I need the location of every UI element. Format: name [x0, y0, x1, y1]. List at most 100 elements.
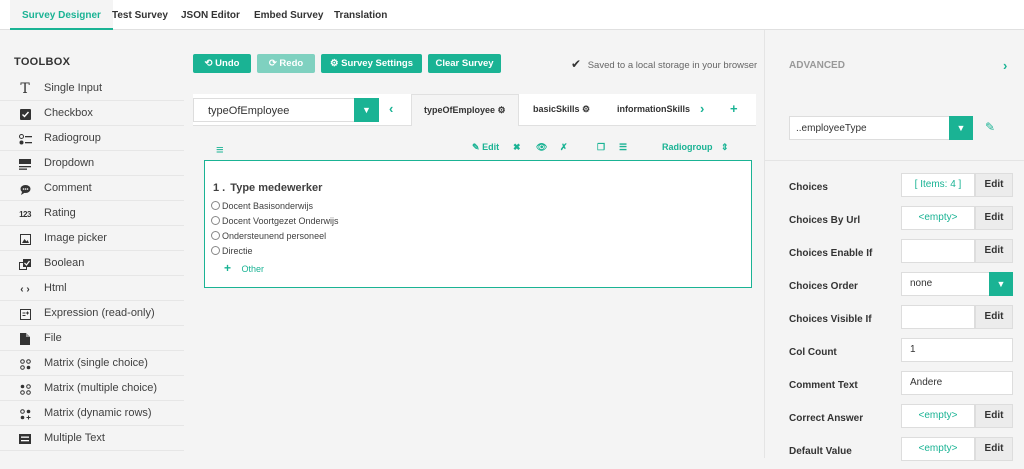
toolbox-item-file[interactable]: File: [0, 326, 184, 351]
question-type-selector[interactable]: Radiogroup ⇕: [662, 142, 729, 153]
property-correct-answer: Correct Answer <empty> Edit: [765, 403, 1024, 436]
edit-button[interactable]: Edit: [975, 206, 1013, 230]
toolbox-item-label: Single Input: [44, 82, 103, 94]
edit-question-button[interactable]: ✎ Edit: [472, 142, 499, 153]
toolbox-item-radiogroup[interactable]: Radiogroup: [0, 126, 184, 151]
property-value[interactable]: [ Items: 4 ]: [901, 173, 975, 197]
radio-icon[interactable]: [211, 201, 220, 210]
tab-survey-designer[interactable]: Survey Designer: [10, 0, 113, 30]
clear-survey-button[interactable]: Clear Survey: [428, 54, 501, 73]
matrix-single-icon: [18, 357, 32, 371]
page-tab-typeofemployee[interactable]: typeOfEmployee ⚙: [411, 94, 519, 126]
page-tab-basicskills[interactable]: basicSkills ⚙: [533, 94, 590, 126]
property-col-count: Col Count 1: [765, 337, 1024, 370]
toolbox-item-multiple-text[interactable]: Multiple Text: [0, 426, 184, 451]
toolbox-item-matrix-multiple[interactable]: Matrix (multiple choice): [0, 376, 184, 401]
gear-icon[interactable]: ⚙: [498, 105, 506, 115]
question-title[interactable]: 1 . Type medewerker: [213, 182, 322, 194]
object-selector[interactable]: ..employeeType ▼: [789, 116, 973, 140]
toolbox-item-boolean[interactable]: Boolean: [0, 251, 184, 276]
chevron-left-icon[interactable]: ‹: [389, 101, 393, 116]
other-label: Other: [241, 264, 265, 274]
save-status-text: Saved to a local storage in your browser: [587, 60, 758, 71]
toolbox-item-dropdown[interactable]: Dropdown: [0, 151, 184, 176]
toolbox-item-label: Matrix (dynamic rows): [44, 407, 152, 419]
toolbox-item-checkbox[interactable]: Checkbox: [0, 101, 184, 126]
property-label: Correct Answer: [789, 413, 864, 424]
toolbox-item-label: Matrix (single choice): [44, 357, 148, 369]
toolbox-title: TOOLBOX: [14, 56, 71, 68]
property-input[interactable]: Andere: [901, 371, 1013, 395]
save-status: ✔ Saved to a local storage in your brows…: [571, 57, 757, 71]
toolbox-item-image-picker[interactable]: Image picker: [0, 226, 184, 251]
toolbox-item-expression[interactable]: Expression (read-only): [0, 301, 184, 326]
property-label: Choices: [789, 182, 828, 193]
choice-label: Directie: [222, 246, 253, 256]
add-to-toolbox-icon[interactable]: ☰: [619, 142, 627, 153]
toolbox-item-html[interactable]: ‹ › Html: [0, 276, 184, 301]
radio-icon[interactable]: [211, 216, 220, 225]
radio-icon[interactable]: [211, 231, 220, 240]
undo-button[interactable]: ⟲ Undo: [193, 54, 251, 73]
image-picker-icon: [18, 232, 32, 246]
property-input[interactable]: 1: [901, 338, 1013, 362]
toolbox-item-label: Matrix (multiple choice): [44, 382, 158, 394]
page-selector-value: typeOfEmployee: [208, 105, 290, 117]
property-value[interactable]: <empty>: [901, 404, 975, 428]
eye-icon[interactable]: 👁: [536, 142, 547, 153]
copy-icon[interactable]: ❐: [597, 142, 605, 153]
toolbox-item-matrix-dynamic[interactable]: Matrix (dynamic rows): [0, 401, 184, 426]
edit-button[interactable]: Edit: [975, 173, 1013, 197]
choice-item[interactable]: Directie: [211, 246, 253, 256]
edit-button[interactable]: Edit: [975, 404, 1013, 428]
property-value[interactable]: <empty>: [901, 206, 975, 230]
chevron-down-icon[interactable]: ▼: [989, 272, 1013, 296]
chevron-down-icon[interactable]: ▼: [354, 98, 379, 122]
chevron-right-icon[interactable]: ›: [1003, 58, 1007, 73]
property-choices-visible-if: Choices Visible If Edit: [765, 304, 1024, 337]
chevron-right-icon[interactable]: ›: [700, 101, 704, 116]
radio-icon[interactable]: [211, 246, 220, 255]
page-tab-informationskills[interactable]: informationSkills: [617, 94, 690, 126]
gear-icon: ⚙: [330, 58, 339, 69]
undo-label: Undo: [215, 58, 240, 69]
divider: [765, 160, 1024, 161]
question-card[interactable]: 1 . Type medewerker Docent Basisonderwij…: [204, 160, 752, 288]
page-tab-label: typeOfEmployee: [424, 105, 496, 115]
choice-item[interactable]: Ondersteunend personeel: [211, 231, 326, 241]
advanced-title: ADVANCED: [789, 60, 845, 71]
tab-json-editor[interactable]: JSON Editor: [181, 0, 240, 30]
page-selector[interactable]: typeOfEmployee ▼: [193, 98, 379, 122]
tab-translation[interactable]: Translation: [334, 0, 387, 30]
menu-icon[interactable]: ≡: [216, 142, 224, 157]
choice-item[interactable]: Docent Basisonderwijs: [211, 201, 313, 211]
boolean-icon: [18, 257, 32, 271]
required-icon[interactable]: ✗: [560, 142, 568, 153]
add-other-choice[interactable]: + Other: [224, 261, 264, 275]
toolbox-item-rating[interactable]: 123 Rating: [0, 201, 184, 226]
survey-settings-label: Survey Settings: [341, 58, 413, 69]
property-value[interactable]: [901, 305, 975, 329]
toolbox-item-comment[interactable]: Comment: [0, 176, 184, 201]
survey-settings-button[interactable]: ⚙ Survey Settings: [321, 54, 422, 73]
property-value[interactable]: <empty>: [901, 437, 975, 461]
add-page-icon[interactable]: +: [730, 101, 738, 116]
edit-button[interactable]: Edit: [975, 437, 1013, 461]
property-value[interactable]: [901, 239, 975, 263]
gear-icon[interactable]: ⚙: [582, 104, 590, 114]
toolbox-item-matrix-single[interactable]: Matrix (single choice): [0, 351, 184, 376]
pages-bar: typeOfEmployee ▼ ‹ typeOfEmployee ⚙ basi…: [193, 94, 756, 126]
choice-item[interactable]: Docent Voortgezet Onderwijs: [211, 216, 339, 226]
tab-embed-survey[interactable]: Embed Survey: [254, 0, 323, 30]
redo-button[interactable]: ⟳ Redo: [257, 54, 315, 73]
matrix-dynamic-icon: [18, 407, 32, 421]
edit-button[interactable]: Edit: [975, 239, 1013, 263]
toolbox-item-label: Checkbox: [44, 107, 93, 119]
redo-icon: ⟳: [268, 58, 277, 69]
delete-icon[interactable]: ✖: [513, 142, 521, 153]
pencil-icon[interactable]: ✎: [985, 120, 995, 134]
chevron-down-icon[interactable]: ▼: [949, 116, 973, 140]
tab-test-survey[interactable]: Test Survey: [112, 0, 168, 30]
toolbox-item-single-input[interactable]: T Single Input: [0, 76, 184, 101]
edit-button[interactable]: Edit: [975, 305, 1013, 329]
